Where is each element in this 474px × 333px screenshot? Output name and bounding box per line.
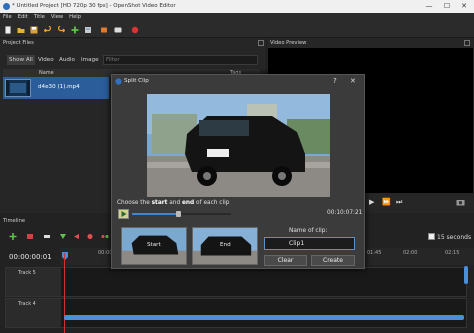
- import-files-icon[interactable]: [84, 26, 92, 34]
- main-toolbar: [0, 22, 474, 38]
- filter-input[interactable]: Filter: [103, 55, 258, 65]
- track-4-label: Track 4: [18, 301, 36, 307]
- panel-float-icon[interactable]: [258, 40, 264, 46]
- horizontal-scrollbar[interactable]: [64, 315, 464, 320]
- menu-edit[interactable]: Edit: [15, 13, 31, 21]
- previous-marker-icon[interactable]: [72, 233, 80, 240]
- dialog-title: Split Clip: [124, 78, 149, 84]
- ruler-tick: 02:15: [445, 250, 460, 256]
- start-label: Start: [147, 242, 161, 248]
- fast-forward-icon[interactable]: ⏩: [382, 198, 391, 206]
- close-icon[interactable]: ✕: [458, 1, 470, 12]
- add-track-icon[interactable]: [71, 26, 79, 34]
- ruler-tick: 01:45: [367, 250, 382, 256]
- new-project-icon[interactable]: [4, 26, 12, 34]
- video-preview-title: Video Preview: [270, 40, 307, 46]
- ruler-tick: 02:00: [403, 250, 418, 256]
- jump-end-icon[interactable]: ⏭: [396, 198, 402, 207]
- window-title-bar: * Untitled Project [HD 720p 30 fps] - Op…: [0, 0, 474, 13]
- snapping-icon[interactable]: [26, 233, 34, 240]
- seek-slider-fill[interactable]: [132, 213, 179, 215]
- clip-preview-frame: [147, 94, 330, 197]
- window-title: * Untitled Project [HD 720p 30 fps] - Op…: [12, 3, 176, 9]
- add-track-timeline-icon[interactable]: [9, 233, 17, 240]
- menu-file[interactable]: File: [0, 13, 15, 21]
- seek-slider-handle[interactable]: [176, 211, 181, 217]
- file-name: d4e30 (1).mp4: [38, 84, 80, 90]
- end-label: End: [220, 242, 231, 248]
- track-4-row: [5, 298, 467, 328]
- openshot-dialog-icon: [115, 78, 122, 85]
- split-instructions: Choose the start and end of each clip: [117, 200, 230, 206]
- camera-icon[interactable]: [456, 198, 465, 206]
- razor-icon[interactable]: [43, 233, 51, 240]
- dialog-title-bar: Split Clip ? ✕: [112, 75, 364, 88]
- create-button[interactable]: Create: [311, 255, 355, 266]
- timeline-timecode: 00:00:00:01: [9, 253, 52, 261]
- clear-button[interactable]: Clear: [264, 255, 307, 266]
- menu-help[interactable]: Help: [66, 13, 84, 21]
- track-5-row: [5, 267, 467, 297]
- split-clip-dialog: Split Clip ? ✕ Choose the start and end …: [111, 74, 365, 269]
- filter-tab-show-all[interactable]: Show All: [7, 55, 35, 65]
- project-files-title: Project Files: [3, 40, 34, 46]
- vertical-scrollbar[interactable]: [464, 266, 468, 284]
- timeline-title: Timeline: [3, 218, 26, 224]
- export-film-icon[interactable]: [100, 26, 108, 34]
- play-icon: [121, 211, 127, 217]
- filter-tab-video[interactable]: Video: [36, 55, 56, 65]
- add-marker-icon[interactable]: [59, 233, 67, 240]
- dialog-play-button[interactable]: [118, 209, 129, 219]
- menu-bar: File Edit Title View Help: [0, 13, 474, 22]
- help-icon[interactable]: ?: [333, 77, 337, 85]
- preview-play-icon[interactable]: ▶: [369, 198, 374, 206]
- preview-float-icon[interactable]: [464, 40, 470, 46]
- maximize-icon[interactable]: ☐: [441, 1, 453, 12]
- file-thumbnail: [5, 79, 31, 97]
- zoom-checkbox[interactable]: [428, 233, 435, 240]
- record-icon[interactable]: [114, 26, 122, 34]
- filter-tab-audio[interactable]: Audio: [57, 55, 77, 65]
- seek-slider-track[interactable]: [179, 213, 231, 215]
- redo-icon[interactable]: [57, 26, 65, 34]
- dialog-close-icon[interactable]: ✕: [350, 77, 356, 85]
- track-5-label: Track 5: [18, 270, 36, 276]
- clip-name-input[interactable]: Clip1: [264, 237, 355, 250]
- playhead-line: [64, 253, 65, 333]
- save-project-icon[interactable]: [30, 26, 38, 34]
- minimize-icon[interactable]: —: [423, 1, 435, 12]
- next-marker-icon[interactable]: [86, 233, 94, 240]
- clip-name-label: Name of clip:: [289, 228, 328, 234]
- record-dot-icon[interactable]: [131, 26, 139, 34]
- filter-tab-image[interactable]: Image: [79, 55, 101, 65]
- openshot-app-icon: [3, 3, 10, 10]
- zoom-label: 15 seconds: [437, 234, 472, 241]
- column-name[interactable]: Name: [39, 69, 54, 77]
- open-project-icon[interactable]: [17, 26, 25, 34]
- current-time: 00:10:07:21: [327, 210, 363, 216]
- playhead-marker-icon[interactable]: [61, 252, 69, 260]
- menu-view[interactable]: View: [48, 13, 66, 21]
- menu-title[interactable]: Title: [31, 13, 48, 21]
- undo-icon[interactable]: [44, 26, 52, 34]
- center-timeline-icon[interactable]: [101, 233, 109, 240]
